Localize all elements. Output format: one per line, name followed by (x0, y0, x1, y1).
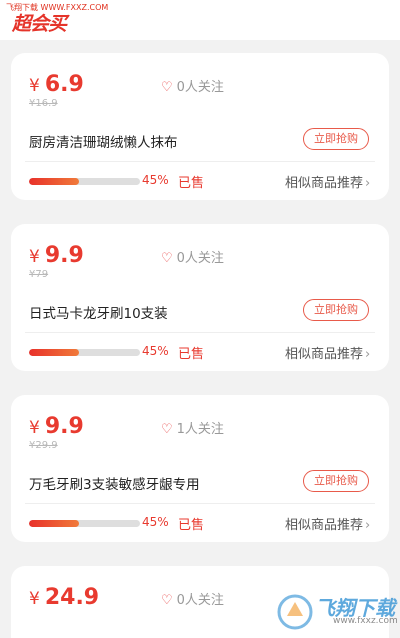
price: ¥6.9 (29, 71, 84, 100)
top-bar: 飞翔下载 WWW.FXXZ.COM 超会买 (0, 0, 400, 40)
product-title[interactable]: 日式马卡龙牙刷10支装 (29, 302, 168, 322)
follow-button[interactable]: ♡ 0人关注 (161, 251, 224, 267)
price-value: 6.9 (44, 72, 84, 97)
original-price: ¥79 (29, 269, 49, 280)
sold-percent: 45% (142, 515, 169, 529)
sold-label: 已售 (178, 347, 205, 362)
sold-progress-bar (29, 178, 140, 185)
price-value: 9.9 (44, 414, 84, 439)
follow-button[interactable]: ♡ 0人关注 (161, 593, 224, 609)
price: ¥24.9 (29, 584, 99, 613)
follow-button[interactable]: ♡ 0人关注 (161, 80, 224, 96)
heart-icon: ♡ (161, 251, 173, 266)
watermark-url: www.fxxz.com (333, 616, 398, 626)
currency-symbol: ¥ (29, 247, 40, 267)
product-card[interactable]: ¥9.9 ¥29.9 ♡ 1人关注 万毛牙刷3支装敏感牙龈专用 立即抢购 45% … (11, 395, 389, 542)
sold-label: 已售 (178, 518, 205, 533)
sold-progress-fill (29, 349, 79, 356)
similar-products-link[interactable]: 相似商品推荐 › (285, 343, 370, 362)
source-label: 飞翔下载 WWW.FXXZ.COM (6, 3, 109, 12)
product-title[interactable]: 万毛牙刷3支装敏感牙龈专用 (29, 473, 200, 493)
divider (25, 161, 375, 162)
watermark: 飞翔下载 www.fxxz.com (275, 592, 398, 632)
product-card[interactable]: ¥9.9 ¥79 ♡ 0人关注 日式马卡龙牙刷10支装 立即抢购 45% 已售 相… (11, 224, 389, 371)
buy-now-button[interactable]: 立即抢购 (303, 299, 369, 321)
sold-progress-fill (29, 520, 79, 527)
sold-progress-bar (29, 349, 140, 356)
price-value: 9.9 (44, 243, 84, 268)
chevron-right-icon: › (365, 176, 371, 191)
currency-symbol: ¥ (29, 418, 40, 438)
heart-icon: ♡ (161, 422, 173, 437)
heart-icon: ♡ (161, 593, 173, 608)
similar-products-label: 相似商品推荐 (285, 347, 364, 362)
currency-symbol: ¥ (29, 589, 40, 609)
divider (25, 332, 375, 333)
similar-products-link[interactable]: 相似商品推荐 › (285, 514, 370, 533)
brand-logo[interactable]: 超会买 (12, 13, 67, 35)
sold-progress-fill (29, 178, 79, 185)
sold-progress-bar (29, 520, 140, 527)
price: ¥9.9 (29, 242, 84, 271)
divider (25, 503, 375, 504)
follow-count: 0人关注 (176, 251, 224, 266)
watermark-logo-icon (277, 594, 313, 630)
heart-icon: ♡ (161, 80, 173, 95)
similar-products-label: 相似商品推荐 (285, 518, 364, 533)
similar-products-link[interactable]: 相似商品推荐 › (285, 172, 370, 191)
sold-percent: 45% (142, 344, 169, 358)
price-value: 24.9 (44, 585, 100, 610)
price: ¥9.9 (29, 413, 84, 442)
original-price: ¥29.9 (29, 440, 58, 451)
product-title[interactable]: 厨房清洁珊瑚绒懒人抹布 (29, 131, 178, 151)
product-card[interactable]: ¥6.9 ¥16.9 ♡ 0人关注 厨房清洁珊瑚绒懒人抹布 立即抢购 45% 已售… (11, 53, 389, 200)
follow-count: 1人关注 (176, 422, 224, 437)
chevron-right-icon: › (365, 518, 371, 533)
currency-symbol: ¥ (29, 76, 40, 96)
buy-now-button[interactable]: 立即抢购 (303, 128, 369, 150)
follow-button[interactable]: ♡ 1人关注 (161, 422, 224, 438)
original-price: ¥16.9 (29, 98, 58, 109)
sold-percent: 45% (142, 173, 169, 187)
chevron-right-icon: › (365, 347, 371, 362)
follow-count: 0人关注 (176, 593, 224, 608)
similar-products-label: 相似商品推荐 (285, 176, 364, 191)
sold-label: 已售 (178, 176, 205, 191)
follow-count: 0人关注 (176, 80, 224, 95)
buy-now-button[interactable]: 立即抢购 (303, 470, 369, 492)
